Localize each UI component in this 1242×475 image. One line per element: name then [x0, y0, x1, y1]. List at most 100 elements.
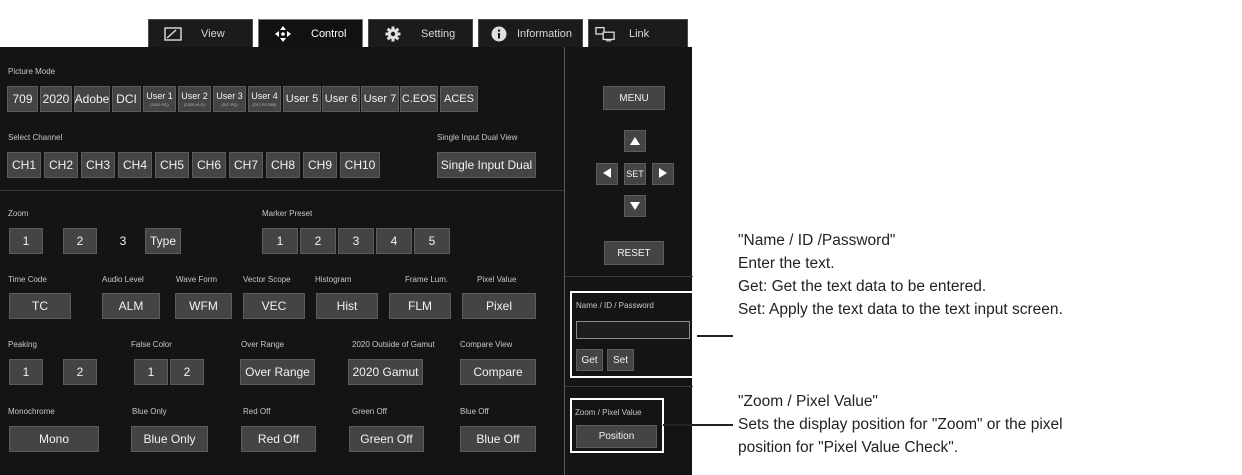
- user3-label: User 3: [216, 90, 243, 101]
- single-input-dual-button[interactable]: Single Input Dual: [437, 152, 536, 178]
- tc-button[interactable]: TC: [9, 293, 71, 319]
- channel-ch3-button[interactable]: CH3: [81, 152, 115, 178]
- tab-label: Link: [629, 27, 650, 40]
- right-arrow-button[interactable]: [652, 163, 674, 185]
- zoom-1-button[interactable]: 1: [9, 228, 43, 254]
- channel-ch9-button[interactable]: CH9: [303, 152, 337, 178]
- pixel-button[interactable]: Pixel: [462, 293, 536, 319]
- blue-off-button[interactable]: Blue Off: [460, 426, 536, 452]
- alm-button[interactable]: ALM: [102, 293, 160, 319]
- callout-line: Enter the text.: [738, 255, 835, 272]
- false-color-1-button[interactable]: 1: [134, 359, 168, 385]
- picture-mode-user3-button[interactable]: User 3 (DCI PQ): [213, 86, 246, 112]
- channel-ch4-button[interactable]: CH4: [118, 152, 152, 178]
- channel-ch7-button[interactable]: CH7: [229, 152, 263, 178]
- tab-label: Control: [311, 28, 347, 40]
- zoom-3-button[interactable]: 3: [106, 228, 140, 254]
- tab-link[interactable]: Link: [588, 19, 688, 47]
- callout-title: "Zoom / Pixel Value": [738, 393, 878, 410]
- compare-button[interactable]: Compare: [460, 359, 536, 385]
- tab-label: Setting: [421, 27, 456, 40]
- mono-button[interactable]: Mono: [9, 426, 99, 452]
- tab-setting[interactable]: Setting: [368, 19, 473, 47]
- vec-button[interactable]: VEC: [243, 293, 305, 319]
- picture-mode-2020-button[interactable]: 2020: [40, 86, 72, 112]
- red-off-label: Red Off: [243, 407, 271, 416]
- down-arrow-button[interactable]: [624, 195, 646, 217]
- user2-label: User 2: [181, 90, 208, 101]
- wfm-button[interactable]: WFM: [175, 293, 232, 319]
- marker-preset-2-button[interactable]: 2: [300, 228, 336, 254]
- channel-ch5-button[interactable]: CH5: [155, 152, 189, 178]
- user2-sub: (2020 HLG): [184, 101, 205, 107]
- picture-mode-user1-button[interactable]: User 1 (2020 PQ): [143, 86, 176, 112]
- compare-view-label: Compare View: [460, 340, 513, 349]
- picture-mode-user5-button[interactable]: User 5: [283, 86, 321, 112]
- left-arrow-button[interactable]: [596, 163, 618, 185]
- set-button[interactable]: SET: [624, 163, 646, 185]
- marker-preset-3-button[interactable]: 3: [338, 228, 374, 254]
- gamut-button[interactable]: 2020 Gamut: [348, 359, 423, 385]
- picture-mode-user7-button[interactable]: User 7: [361, 86, 399, 112]
- channel-ch10-button[interactable]: CH10: [340, 152, 380, 178]
- up-arrow-button[interactable]: [624, 130, 646, 152]
- blue-off-label: Blue Off: [460, 407, 489, 416]
- control-buttons-area: Picture Mode 709 2020 Adobe DCI User 1 (…: [0, 47, 564, 475]
- peaking-1-button[interactable]: 1: [9, 359, 43, 385]
- picture-mode-aces-button[interactable]: ACES: [440, 86, 478, 112]
- user1-label: User 1: [146, 90, 173, 101]
- channel-ch6-button[interactable]: CH6: [192, 152, 226, 178]
- divider: [565, 386, 693, 387]
- peaking-2-button[interactable]: 2: [63, 359, 97, 385]
- audio-level-label: Audio Level: [102, 275, 144, 284]
- picture-mode-user4-button[interactable]: User 4 (DCI P3 D65): [248, 86, 281, 112]
- green-off-button[interactable]: Green Off: [349, 426, 424, 452]
- picture-mode-ceos-button[interactable]: C.EOS: [400, 86, 438, 112]
- picture-mode-adobe-button[interactable]: Adobe: [74, 86, 110, 112]
- user1-sub: (2020 PQ): [150, 101, 169, 107]
- picture-mode-dci-button[interactable]: DCI: [112, 86, 141, 112]
- marker-preset-4-button[interactable]: 4: [376, 228, 412, 254]
- time-code-label: Time Code: [8, 275, 47, 284]
- red-off-button[interactable]: Red Off: [241, 426, 316, 452]
- channel-ch1-button[interactable]: CH1: [7, 152, 41, 178]
- wave-form-label: Wave Form: [176, 275, 218, 284]
- set-text-button[interactable]: Set: [607, 349, 634, 371]
- divider: [0, 190, 564, 191]
- position-button[interactable]: Position: [576, 425, 657, 448]
- tab-view[interactable]: View: [148, 19, 253, 47]
- picture-mode-709-button[interactable]: 709: [7, 86, 38, 112]
- callout-title: "Name / ID /Password": [738, 232, 896, 249]
- tab-label: Information: [517, 27, 573, 40]
- channel-ch8-button[interactable]: CH8: [266, 152, 300, 178]
- channel-ch2-button[interactable]: CH2: [44, 152, 78, 178]
- marker-preset-1-button[interactable]: 1: [262, 228, 298, 254]
- marker-preset-5-button[interactable]: 5: [414, 228, 450, 254]
- info-icon: [489, 26, 509, 42]
- menu-button[interactable]: MENU: [603, 86, 665, 110]
- select-channel-label: Select Channel: [8, 133, 63, 142]
- over-range-button[interactable]: Over Range: [240, 359, 315, 385]
- callout-line: Set: Apply the text data to the text inp…: [738, 301, 1063, 318]
- picture-mode-user2-button[interactable]: User 2 (2020 HLG): [178, 86, 211, 112]
- tab-control[interactable]: Control: [258, 19, 363, 48]
- frame-lum-label: Frame Lum.: [405, 275, 449, 284]
- tab-bar: View Control Setting Information Link: [0, 19, 692, 48]
- triangle-left-icon: [603, 165, 611, 183]
- divider: [565, 276, 693, 277]
- image-icon: [163, 26, 183, 42]
- name-id-password-input[interactable]: [576, 321, 690, 339]
- vector-scope-label: Vector Scope: [243, 275, 291, 284]
- flm-button[interactable]: FLM: [389, 293, 451, 319]
- reset-button[interactable]: RESET: [604, 241, 664, 265]
- picture-mode-user6-button[interactable]: User 6: [322, 86, 360, 112]
- zoom-2-button[interactable]: 2: [63, 228, 97, 254]
- tab-information[interactable]: Information: [478, 19, 583, 47]
- false-color-2-button[interactable]: 2: [170, 359, 204, 385]
- tab-label: View: [201, 27, 225, 40]
- zoom-type-button[interactable]: Type: [145, 228, 181, 254]
- monochrome-label: Monochrome: [8, 407, 55, 416]
- get-button[interactable]: Get: [576, 349, 603, 371]
- hist-button[interactable]: Hist: [316, 293, 378, 319]
- blue-only-button[interactable]: Blue Only: [131, 426, 208, 452]
